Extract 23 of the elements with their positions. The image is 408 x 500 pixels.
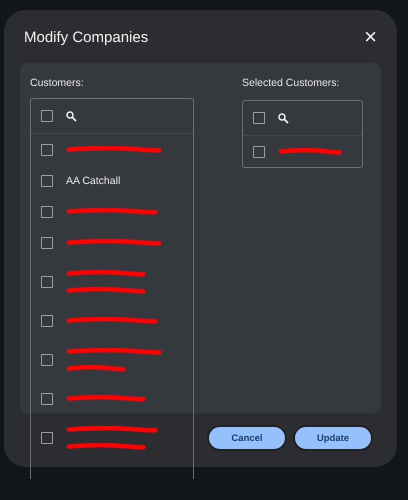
cancel-button[interactable]: Cancel <box>207 425 287 451</box>
checkbox[interactable] <box>41 276 53 288</box>
dialog-title: Modify Companies <box>24 28 148 46</box>
redaction-scribble <box>278 148 342 155</box>
search-icon[interactable] <box>65 110 77 122</box>
select-all-checkbox[interactable] <box>253 112 265 124</box>
search-icon[interactable] <box>277 112 289 124</box>
list-label: Customers: <box>30 77 85 89</box>
close-button[interactable]: × <box>364 26 377 48</box>
checkbox[interactable] <box>41 314 53 326</box>
select-all-checkbox[interactable] <box>41 110 53 122</box>
redaction-scribble <box>66 364 126 372</box>
checkbox[interactable] <box>41 432 53 444</box>
checkbox[interactable] <box>41 174 53 186</box>
list-label: Selected Customers: <box>242 77 340 91</box>
customer-name[interactable]: AA Catchall <box>66 174 120 186</box>
checkbox[interactable] <box>41 392 53 404</box>
update-button[interactable]: Update <box>293 425 373 451</box>
checkbox[interactable] <box>41 236 53 248</box>
checkbox[interactable] <box>253 146 265 158</box>
checkbox[interactable] <box>41 144 53 156</box>
checkbox[interactable] <box>41 354 53 366</box>
checkbox[interactable] <box>41 206 53 218</box>
